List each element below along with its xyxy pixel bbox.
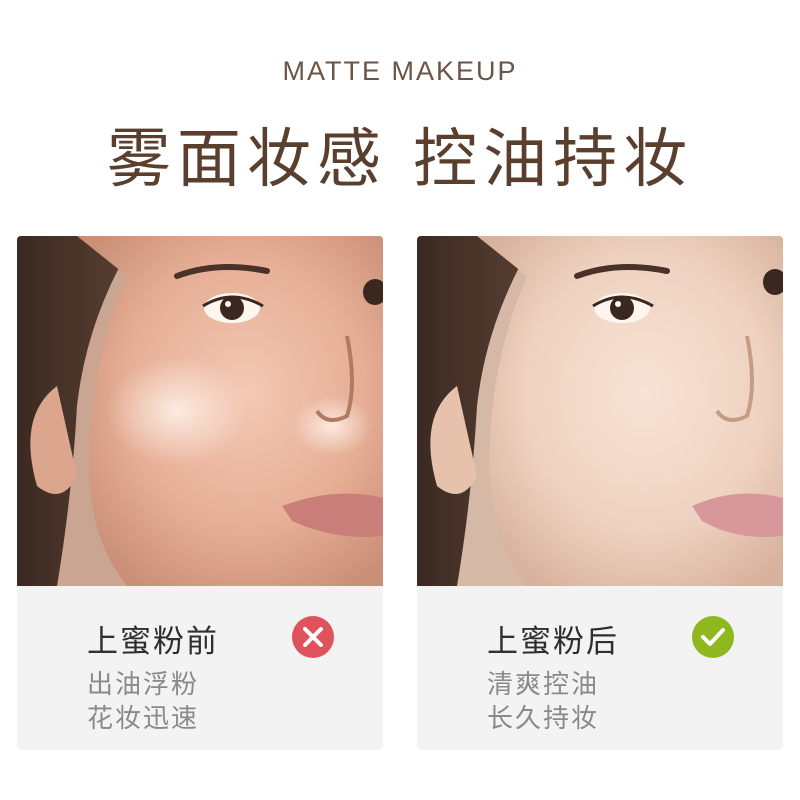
page-title: 雾面妆感 控油持妆 bbox=[106, 123, 694, 197]
after-title: 上蜜粉后 bbox=[487, 624, 619, 660]
after-caption: 上蜜粉后 清爽控油 长久持妆 bbox=[417, 586, 783, 750]
after-line-1: 清爽控油 bbox=[487, 670, 600, 700]
before-card: 上蜜粉前 出油浮粉 花妆迅速 bbox=[17, 236, 383, 750]
before-caption: 上蜜粉前 出油浮粉 花妆迅速 bbox=[17, 586, 383, 750]
after-face-photo bbox=[417, 236, 783, 586]
after-line-2: 长久持妆 bbox=[487, 704, 600, 734]
subtitle: MATTE MAKEUP bbox=[282, 56, 518, 86]
check-circle-icon bbox=[692, 616, 734, 658]
after-card: 上蜜粉后 清爽控油 长久持妆 bbox=[417, 236, 783, 750]
before-line-1: 出油浮粉 bbox=[87, 670, 200, 700]
x-circle-icon bbox=[292, 616, 334, 658]
before-line-2: 花妆迅速 bbox=[87, 704, 200, 734]
before-title: 上蜜粉前 bbox=[87, 624, 219, 660]
before-face-photo bbox=[17, 236, 383, 586]
